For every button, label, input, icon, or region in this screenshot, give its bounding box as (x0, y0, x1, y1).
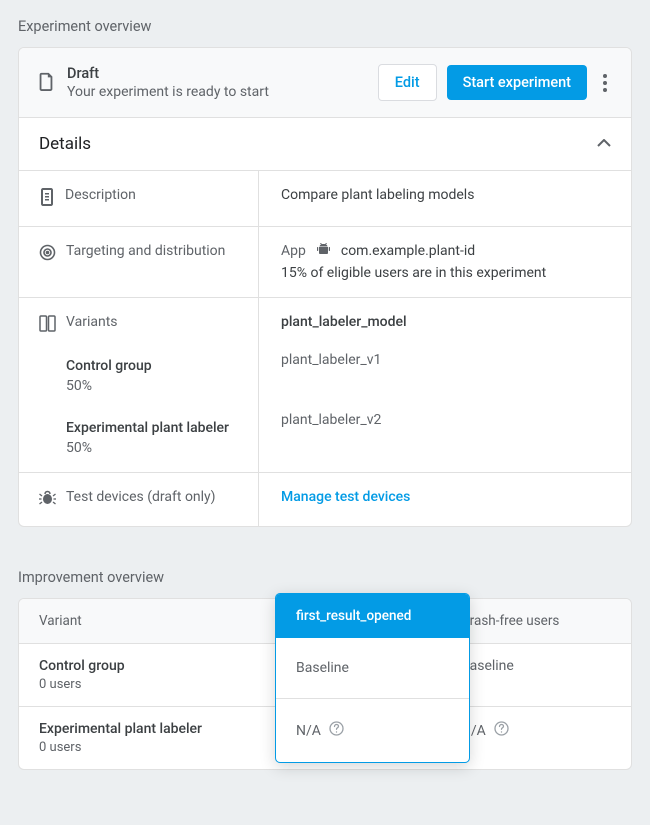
variant-0-model: plant_labeler_v1 (281, 352, 609, 368)
targeting-value: App com.example.plant-id 15% of eligible… (259, 227, 631, 297)
experiment-card-header: Draft Your experiment is ready to start … (19, 48, 631, 118)
variant-1-percent: 50% (66, 440, 238, 456)
document-icon (37, 71, 59, 95)
popover-row0: Baseline (296, 660, 349, 676)
popover-header: first_result_opened (276, 594, 469, 638)
targeting-label: Targeting and distribution (66, 243, 225, 259)
variant-0-name: Control group (66, 358, 238, 374)
variant-1-name: Experimental plant labeler (66, 420, 238, 436)
variant-0-percent: 50% (66, 378, 238, 394)
row1-variant-users: 0 users (39, 740, 233, 755)
description-icon (39, 188, 55, 210)
experiment-card: Draft Your experiment is ready to start … (18, 47, 632, 527)
android-icon (316, 243, 331, 259)
improvement-overview-heading: Improvement overview (18, 569, 632, 586)
metric1-popover: first_result_opened Baseline N/A (275, 593, 470, 763)
manage-test-devices-link[interactable]: Manage test devices (281, 489, 410, 505)
description-label: Description (65, 187, 136, 203)
variants-row: Variants Control group 50% Experimental … (19, 298, 631, 473)
model-param-name: plant_labeler_model (281, 314, 609, 330)
bug-icon (39, 490, 56, 510)
chevron-up-icon (597, 136, 611, 152)
help-icon[interactable] (494, 721, 509, 740)
edit-button[interactable]: Edit (378, 64, 437, 101)
variants-icon (39, 315, 56, 336)
row0-variant-users: 0 users (39, 677, 233, 692)
test-devices-row: Test devices (draft only) Manage test de… (19, 473, 631, 526)
experiment-overview-heading: Experiment overview (18, 18, 632, 35)
variants-label: Variants (66, 314, 118, 330)
help-icon[interactable] (329, 721, 344, 740)
popover-row1: N/A (296, 723, 321, 739)
experiment-status-subtitle: Your experiment is ready to start (67, 84, 378, 100)
start-experiment-button[interactable]: Start experiment (447, 65, 587, 100)
col-variant-header: Variant (19, 599, 253, 644)
targeting-row: Targeting and distribution App com.examp… (19, 227, 631, 298)
row0-variant-name: Control group (39, 658, 233, 674)
description-value: Compare plant labeling models (259, 171, 631, 226)
details-title: Details (39, 134, 91, 154)
overflow-menu-button[interactable] (597, 68, 613, 98)
details-section-header[interactable]: Details (19, 118, 631, 171)
variant-1-model: plant_labeler_v2 (281, 412, 609, 428)
row1-variant-name: Experimental plant labeler (39, 721, 233, 737)
targeting-percentage: 15% of eligible users are in this experi… (281, 265, 609, 281)
app-label: App (281, 243, 306, 259)
variants-values: plant_labeler_model plant_labeler_v1 pla… (259, 298, 631, 472)
app-package: com.example.plant-id (341, 243, 475, 259)
description-row: Description Compare plant labeling model… (19, 171, 631, 227)
test-devices-label: Test devices (draft only) (66, 489, 216, 505)
target-icon (39, 244, 56, 265)
experiment-status: Draft (67, 65, 378, 82)
